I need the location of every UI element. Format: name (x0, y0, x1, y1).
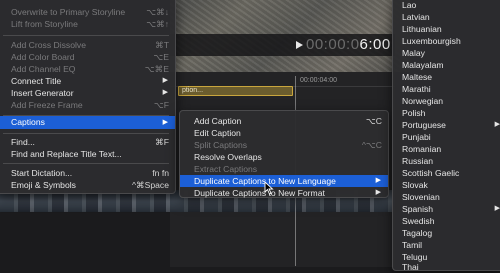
menu-item-insert-generator[interactable]: Insert Generator ▶ (0, 87, 175, 99)
menu-item-language-punjabi[interactable]: Punjabi (393, 131, 500, 143)
menu-item-add-freeze-frame[interactable]: Add Freeze Frame ⌥F (0, 99, 175, 111)
menu-item-language-swedish[interactable]: Swedish (393, 215, 500, 227)
menu-item-add-caption[interactable]: Add Caption ⌥C (180, 115, 388, 127)
menu-item-resolve-overlaps[interactable]: Resolve Overlaps (180, 151, 388, 163)
menu-item-language-scottish-gaelic[interactable]: Scottish Gaelic (393, 167, 500, 179)
menu-item-find-and-replace-title-text[interactable]: Find and Replace Title Text... (0, 148, 175, 160)
menu-item-language-maltese[interactable]: Maltese (393, 71, 500, 83)
menu-item-language-lithuanian[interactable]: Lithuanian (393, 23, 500, 35)
submenu-arrow-icon: ▶ (162, 77, 168, 84)
edit-menu: Overwrite to Primary Storyline ⌥⌘↓ Lift f… (0, 0, 176, 194)
submenu-arrow-icon: ▶ (494, 121, 500, 128)
menu-separator (3, 35, 169, 36)
timecode-bright: 6:00 (359, 36, 391, 53)
caption-clip[interactable]: ption... (178, 86, 293, 96)
menu-item-add-cross-dissolve[interactable]: Add Cross Dissolve ⌘T (0, 39, 175, 51)
timecode-display: 00:00:06:00 (306, 36, 391, 53)
menu-item-overwrite-to-primary-storyline[interactable]: Overwrite to Primary Storyline ⌥⌘↓ (0, 6, 175, 18)
menu-separator (3, 133, 169, 134)
menu-item-language-thai[interactable]: Thai (393, 261, 500, 273)
menu-item-connect-title[interactable]: Connect Title ▶ (0, 75, 175, 87)
play-icon[interactable] (296, 41, 303, 49)
submenu-arrow-icon: ▶ (375, 177, 381, 184)
menu-item-duplicate-captions-new-language[interactable]: Duplicate Captions to New Language ▶ (180, 175, 388, 187)
submenu-arrow-icon: ▶ (494, 205, 500, 212)
menu-item-language-romanian[interactable]: Romanian (393, 143, 500, 155)
language-submenu: Lao Latvian Lithuanian Luxembourgish Mal… (392, 0, 500, 273)
menu-item-language-malayalam[interactable]: Malayalam (393, 59, 500, 71)
menu-item-language-slovak[interactable]: Slovak (393, 179, 500, 191)
submenu-arrow-icon: ▶ (162, 119, 168, 126)
menu-item-language-malay[interactable]: Malay (393, 47, 500, 59)
menu-item-language-polish[interactable]: Polish (393, 107, 500, 119)
menu-item-find[interactable]: Find... ⌘F (0, 136, 175, 148)
submenu-arrow-icon: ▶ (375, 189, 381, 196)
menu-item-language-portuguese[interactable]: Portuguese ▶ (393, 119, 500, 131)
timecode-dim: 00:00:0 (306, 36, 360, 53)
menu-item-start-dictation[interactable]: Start Dictation... fn fn (0, 167, 175, 179)
menu-item-edit-caption[interactable]: Edit Caption (180, 127, 388, 139)
menu-item-lift-from-storyline[interactable]: Lift from Storyline ⌥⌘↑ (0, 18, 175, 30)
menu-item-language-tagalog[interactable]: Tagalog (393, 227, 500, 239)
menu-item-language-norwegian[interactable]: Norwegian (393, 95, 500, 107)
menu-item-language-luxembourgish[interactable]: Luxembourgish (393, 35, 500, 47)
menu-item-add-color-board[interactable]: Add Color Board ⌥E (0, 51, 175, 63)
menu-item-language-tamil[interactable]: Tamil (393, 239, 500, 251)
menu-item-emoji-and-symbols[interactable]: Emoji & Symbols ^⌘Space (0, 179, 175, 191)
menu-item-extract-captions[interactable]: Extract Captions (180, 163, 388, 175)
caption-clip-label: ption... (182, 87, 204, 94)
captions-submenu: Add Caption ⌥C Edit Caption Split Caption… (179, 110, 389, 198)
menu-item-split-captions[interactable]: Split Captions ^⌥C (180, 139, 388, 151)
menu-item-language-marathi[interactable]: Marathi (393, 83, 500, 95)
menu-item-language-lao[interactable]: Lao (393, 0, 500, 11)
menu-item-add-channel-eq[interactable]: Add Channel EQ ⌥⌘E (0, 63, 175, 75)
menu-item-language-latvian[interactable]: Latvian (393, 11, 500, 23)
menu-item-language-slovenian[interactable]: Slovenian (393, 191, 500, 203)
menu-item-duplicate-captions-new-format[interactable]: Duplicate Captions to New Format ▶ (180, 187, 388, 199)
menu-item-language-russian[interactable]: Russian (393, 155, 500, 167)
menu-item-language-spanish[interactable]: Spanish ▶ (393, 203, 500, 215)
ruler-timecode-label: 00:00:04:00 (300, 77, 337, 84)
menu-item-captions[interactable]: Captions ▶ (0, 116, 175, 129)
menu-separator (3, 163, 169, 164)
submenu-arrow-icon: ▶ (162, 89, 168, 96)
